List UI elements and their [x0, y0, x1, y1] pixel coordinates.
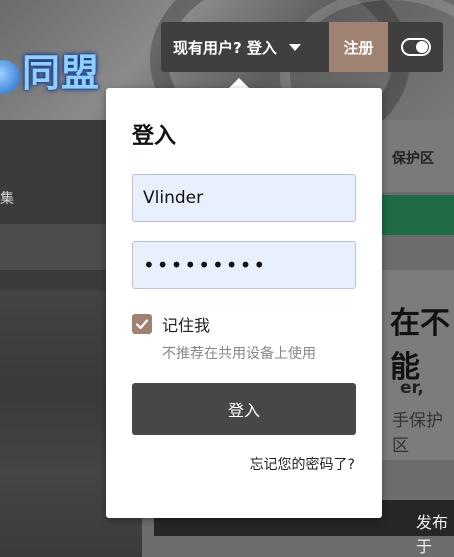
- chevron-down-icon: [288, 43, 301, 51]
- theme-toggle-icon[interactable]: [401, 38, 431, 56]
- breadcrumb-item[interactable]: 保护区: [392, 148, 434, 168]
- login-popup: 登入 记住我 不推荐在共用设备上使用 登入 忘记您的密码了?: [106, 88, 382, 518]
- user-navbar: 现有用户? 登入 注册: [161, 22, 443, 72]
- username-input[interactable]: [132, 174, 356, 222]
- logo-text: 同盟: [22, 51, 101, 95]
- password-input[interactable]: [132, 241, 356, 289]
- card-title: 在不能: [390, 306, 450, 385]
- card-author: er,: [400, 378, 424, 398]
- popup-title: 登入: [132, 124, 177, 149]
- login-dropdown-button[interactable]: 现有用户? 登入: [161, 22, 329, 72]
- forgot-password-link[interactable]: 忘记您的密码了?: [250, 454, 355, 474]
- site-logo[interactable]: 同盟: [0, 22, 110, 95]
- card-subtitle: 手保护区: [392, 411, 443, 456]
- remember-me-label: 记住我: [162, 316, 211, 335]
- login-label: 现有用户? 登入: [173, 38, 277, 57]
- login-submit-button[interactable]: 登入: [132, 383, 356, 435]
- remember-me-checkbox[interactable]: 记住我: [132, 312, 210, 336]
- register-button[interactable]: 注册: [329, 22, 388, 72]
- toggle-knob: [416, 41, 428, 53]
- remember-me-note: 不推荐在共用设备上使用: [162, 346, 316, 362]
- post-label: 发布于: [416, 513, 449, 556]
- checkmark-icon[interactable]: [132, 314, 152, 334]
- popup-arrow: [229, 78, 249, 88]
- logo-icon: [0, 60, 20, 94]
